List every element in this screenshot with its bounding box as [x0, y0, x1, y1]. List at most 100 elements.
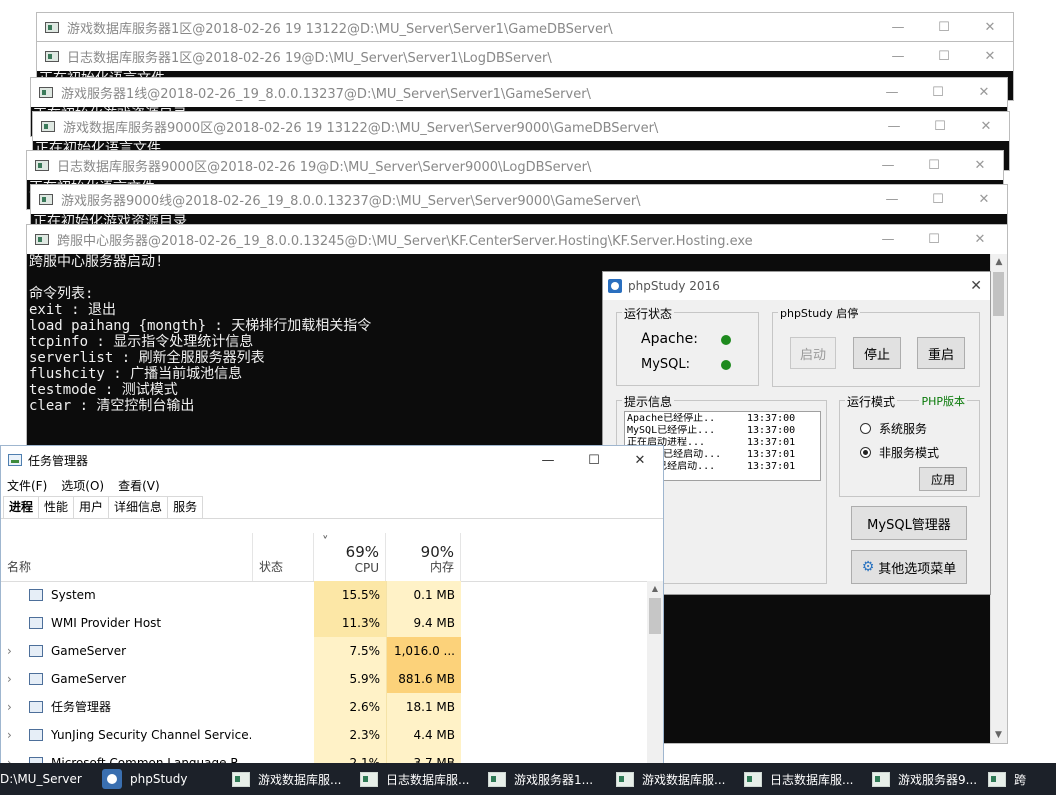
menu-options[interactable]: 选项(O) [61, 477, 104, 494]
taskmgr-titlebar[interactable]: 任务管理器 — ☐ ✕ [1, 446, 663, 474]
process-icon [29, 701, 43, 713]
taskbar-item-gamedb1[interactable]: 游戏数据库服... [220, 763, 348, 795]
close-button[interactable]: ✕ [961, 78, 1007, 107]
log-time: 13:37:00 [747, 425, 796, 436]
window-title: 日志数据库服务器1区@2018-02-26 19@D:\MU_Server\Se… [67, 51, 552, 66]
minimize-button[interactable]: — [869, 185, 915, 214]
radio-non-service[interactable]: 非服务模式 [860, 444, 939, 461]
minimize-button[interactable]: — [865, 151, 911, 180]
table-row[interactable]: › GameServer 7.5% 1,016.0 ... [1, 637, 647, 665]
table-row[interactable]: › YunJing Security Channel Service... 2.3%… [1, 721, 647, 749]
taskbar-item-logdb9000[interactable]: 日志数据库服... [732, 763, 860, 795]
log-entry: MySQL已经停止... 13:37:00 [627, 425, 818, 437]
taskbar-item-logdb1[interactable]: 日志数据库服... [348, 763, 476, 795]
close-button[interactable]: ✕ [957, 225, 1003, 254]
expand-chevron-icon[interactable]: › [7, 721, 19, 749]
process-table: 名称 状态 ˅ 69% CPU 90% 内存 System 15.5% 0.1 MB… [1, 533, 663, 764]
phpstudy-titlebar[interactable]: phpStudy 2016 ✕ [603, 272, 990, 300]
start-button[interactable]: 启动 [790, 337, 836, 369]
maximize-button[interactable]: ☐ [915, 78, 961, 107]
scrollbar-thumb[interactable] [993, 272, 1004, 316]
close-button[interactable]: ✕ [617, 446, 663, 475]
maximize-button[interactable]: ☐ [915, 185, 961, 214]
table-row[interactable]: System 15.5% 0.1 MB [1, 581, 647, 609]
console-icon [41, 121, 55, 132]
console-scrollbar[interactable]: ▲ ▼ [990, 254, 1007, 743]
close-button[interactable]: ✕ [957, 151, 1003, 180]
close-button[interactable]: ✕ [961, 185, 1007, 214]
scrollbar-thumb[interactable] [649, 598, 661, 634]
console-icon [360, 771, 378, 787]
gear-icon: ⚙ [861, 559, 875, 575]
taskbar-item-gamedb9000[interactable]: 游戏数据库服... [604, 763, 732, 795]
expand-chevron-icon[interactable]: › [7, 637, 19, 665]
other-options-button[interactable]: ⚙ 其他选项菜单 [851, 550, 967, 584]
taskbar-label: D:\MU_Server [0, 772, 82, 786]
taskbar-item-phpstudy[interactable]: phpStudy [94, 763, 220, 795]
col-name[interactable]: 名称 [1, 533, 253, 581]
minimize-button[interactable]: — [875, 13, 921, 42]
scroll-up-arrow[interactable]: ▲ [991, 254, 1007, 271]
sort-chevron-icon: ˅ [322, 535, 329, 550]
minimize-button[interactable]: — [875, 42, 921, 71]
menu-file[interactable]: 文件(F) [7, 477, 47, 494]
row-spacer [7, 581, 19, 609]
tab-users[interactable]: 用户 [73, 496, 110, 518]
mysql-manager-button[interactable]: MySQL管理器 [851, 506, 967, 540]
minimize-button[interactable]: — [525, 446, 571, 475]
close-button[interactable]: ✕ [967, 13, 1013, 42]
tab-strip: 进程 性能 用户 详细信息 服务 [1, 496, 663, 519]
table-scrollbar[interactable]: ▲ [647, 581, 663, 764]
scroll-down-arrow[interactable]: ▼ [991, 727, 1006, 743]
minimize-button[interactable]: — [871, 112, 917, 141]
col-memory[interactable]: 90% 内存 [386, 533, 461, 581]
row-spacer [7, 609, 19, 637]
minimize-button[interactable]: — [865, 225, 911, 254]
taskbar-item-kfcenter[interactable]: 跨服中 [988, 763, 1026, 795]
restart-button[interactable]: 重启 [917, 337, 965, 369]
menu-bar: 文件(F) 选项(O) 查看(V) [1, 474, 663, 496]
taskbar-item-gameserver1[interactable]: 游戏服务器1... [476, 763, 604, 795]
maximize-button[interactable]: ☐ [921, 13, 967, 42]
maximize-button[interactable]: ☐ [921, 42, 967, 71]
taskbar-item-gameserver9000[interactable]: 游戏服务器9... [860, 763, 988, 795]
apply-button[interactable]: 应用 [919, 467, 967, 491]
taskbar-label: 游戏数据库服... [642, 772, 726, 787]
window-title: 游戏服务器9000线@2018-02-26_19_8.0.0.13237@D:\… [61, 194, 641, 209]
maximize-button[interactable]: ☐ [911, 151, 957, 180]
table-row[interactable]: WMI Provider Host 11.3% 9.4 MB [1, 609, 647, 637]
tab-details[interactable]: 详细信息 [108, 496, 169, 518]
col-status[interactable]: 状态 [253, 533, 314, 581]
console-icon [744, 771, 762, 787]
console-icon [232, 771, 250, 787]
tab-performance[interactable]: 性能 [38, 496, 75, 518]
process-name: System [51, 588, 96, 602]
tab-processes[interactable]: 进程 [3, 496, 40, 518]
maximize-button[interactable]: ☐ [917, 112, 963, 141]
close-button[interactable]: ✕ [963, 112, 1009, 141]
close-button[interactable]: ✕ [970, 278, 982, 294]
expand-chevron-icon[interactable]: › [7, 665, 19, 693]
table-row[interactable]: › GameServer 5.9% 881.6 MB [1, 665, 647, 693]
maximize-button[interactable]: ☐ [911, 225, 957, 254]
cpu-total: 69% [345, 543, 379, 561]
process-icon [29, 645, 43, 657]
close-button[interactable]: ✕ [967, 42, 1013, 71]
taskbar-item-explorer[interactable]: D:\MU_Server [0, 763, 94, 795]
process-name: WMI Provider Host [51, 616, 162, 630]
scroll-up-arrow[interactable]: ▲ [647, 581, 663, 597]
maximize-button[interactable]: ☐ [571, 446, 617, 475]
tab-services[interactable]: 服务 [167, 496, 204, 518]
console-icon [488, 771, 506, 787]
window-task-manager[interactable]: 任务管理器 — ☐ ✕ 文件(F) 选项(O) 查看(V) 进程 性能 用户 详细信… [0, 445, 664, 765]
taskbar-label: phpStudy [130, 772, 188, 786]
table-row[interactable]: › 任务管理器 2.6% 18.1 MB [1, 693, 647, 721]
col-cpu[interactable]: ˅ 69% CPU [314, 533, 386, 581]
radio-system-service[interactable]: 系统服务 [860, 420, 927, 437]
minimize-button[interactable]: — [869, 78, 915, 107]
taskbar-label: 游戏服务器9... [898, 772, 978, 787]
stop-button[interactable]: 停止 [853, 337, 901, 369]
menu-view[interactable]: 查看(V) [118, 477, 160, 494]
php-version-link[interactable]: PHP版本 [919, 393, 967, 409]
expand-chevron-icon[interactable]: › [7, 693, 19, 721]
